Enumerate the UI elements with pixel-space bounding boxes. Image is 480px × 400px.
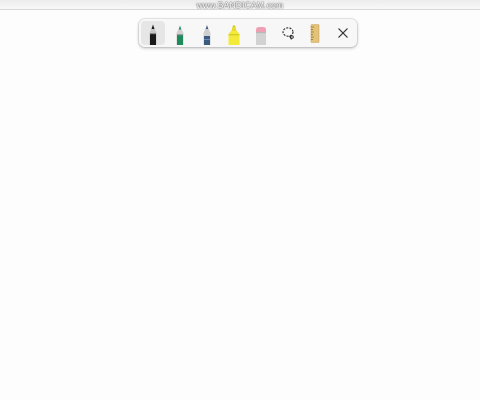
ballpoint-pen-button[interactable] bbox=[141, 21, 165, 45]
eraser-button[interactable] bbox=[249, 21, 273, 45]
black-pen-icon bbox=[149, 24, 157, 45]
ruler-icon bbox=[310, 24, 320, 43]
yellow-highlighter-icon bbox=[228, 25, 240, 45]
blue-pencil-icon bbox=[203, 25, 211, 45]
eraser-icon bbox=[256, 27, 266, 45]
close-button[interactable] bbox=[331, 21, 355, 45]
lasso-icon bbox=[282, 27, 294, 40]
ink-canvas[interactable]: www.BANDICAM.com bbox=[0, 0, 480, 400]
ink-toolbar bbox=[139, 19, 357, 47]
close-icon bbox=[338, 28, 348, 38]
pencil-button[interactable] bbox=[195, 21, 219, 45]
lasso-select-button[interactable] bbox=[276, 21, 300, 45]
ruler-button[interactable] bbox=[303, 21, 327, 45]
green-pen-button[interactable] bbox=[168, 21, 192, 45]
highlighter-button[interactable] bbox=[222, 21, 246, 45]
recording-watermark: www.BANDICAM.com bbox=[196, 0, 284, 10]
green-pen-icon bbox=[176, 25, 184, 45]
